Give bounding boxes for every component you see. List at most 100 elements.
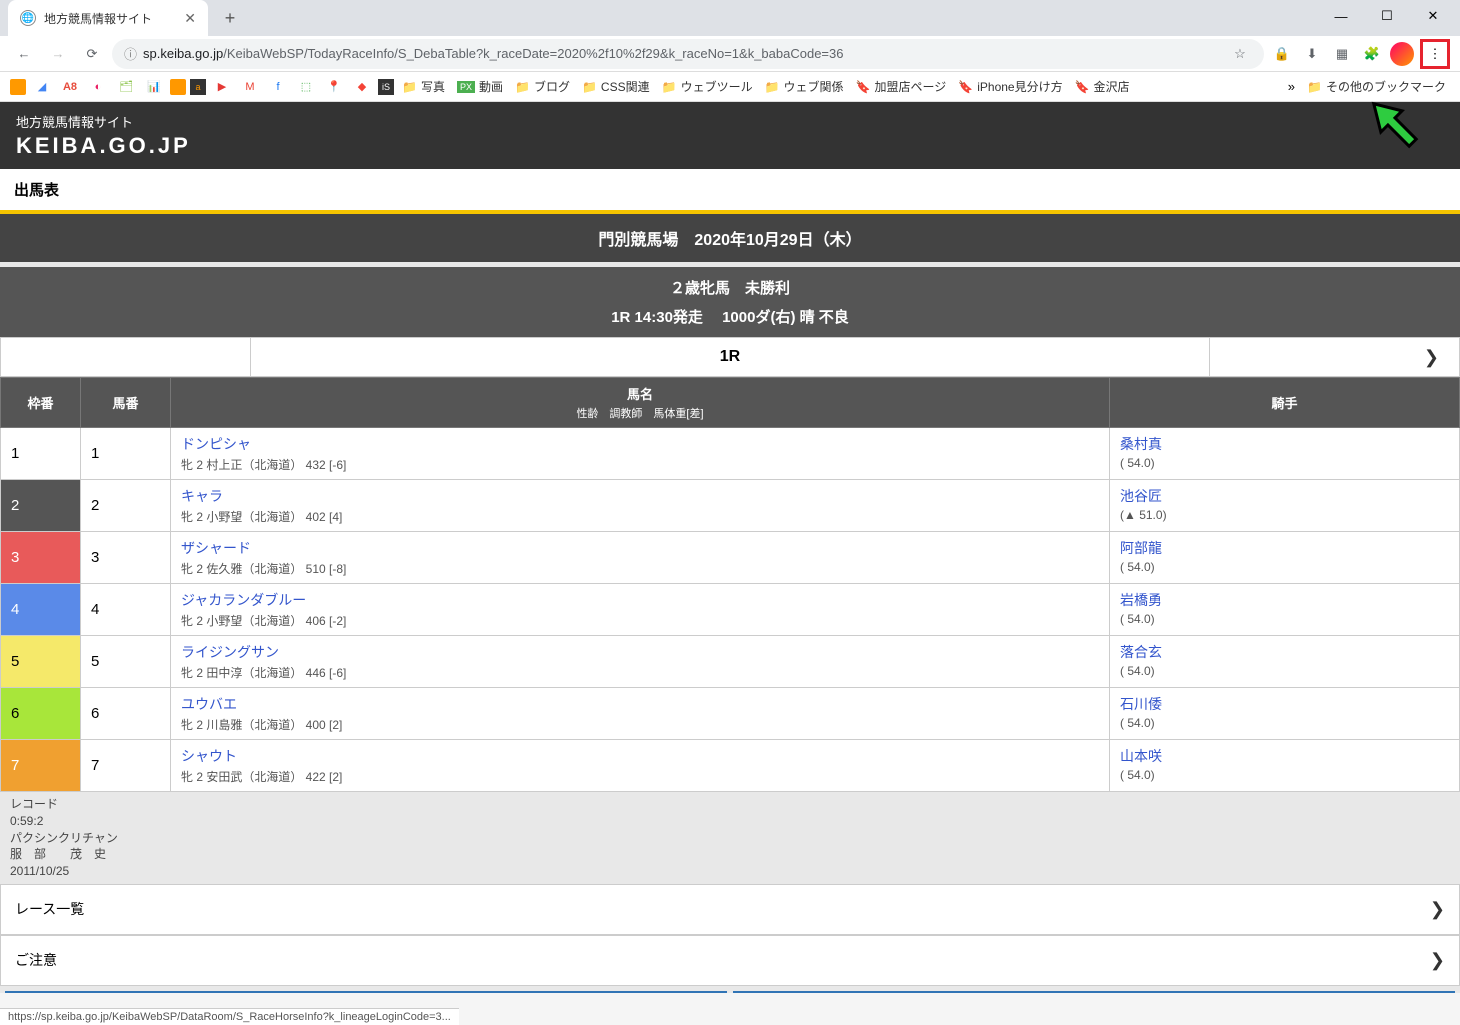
horse-link[interactable]: シャウト	[181, 748, 237, 764]
browser-tab[interactable]: 🌐 地方競馬情報サイト ✕	[8, 0, 208, 36]
url-input[interactable]: ⓘ sp.keiba.go.jp/KeibaWebSP/TodayRaceInf…	[112, 39, 1264, 69]
bookmark-icon[interactable]: a	[190, 79, 206, 95]
bookmark-overflow[interactable]: »	[1288, 79, 1295, 94]
jockey-cell: 石川倭 ( 54.0)	[1110, 688, 1460, 740]
bookmark-folder[interactable]: 📁ウェブツール	[658, 78, 757, 95]
jockey-link[interactable]: 池谷匠	[1120, 488, 1162, 504]
jockey-cell: 山本咲 ( 54.0)	[1110, 740, 1460, 792]
record-line: レコード	[10, 796, 1450, 813]
uma-cell: 7	[81, 740, 171, 792]
horse-link[interactable]: ユウバエ	[181, 696, 237, 712]
header-uma: 馬番	[81, 378, 171, 428]
bottom-buttons: 本日のレース情報 ＪＲＡネット投票サイト	[0, 986, 1460, 993]
bookmark-icon[interactable]: ◆	[350, 78, 374, 96]
bookmark-icon[interactable]: ◢	[30, 78, 54, 96]
minimize-button[interactable]: —	[1318, 0, 1364, 32]
race-nav-prev[interactable]	[1, 338, 251, 376]
horse-cell: ドンピシャ 牝 2 村上正（北海道） 432 [-6]	[171, 428, 1110, 480]
table-row: 7 7 シャウト 牝 2 安田武（北海道） 422 [2] 山本咲 ( 54.0…	[1, 740, 1460, 792]
jockey-link[interactable]: 落合玄	[1120, 644, 1162, 660]
chevron-right-icon: ❯	[1430, 950, 1445, 971]
star-icon[interactable]: ☆	[1228, 42, 1252, 66]
new-tab-button[interactable]: +	[216, 4, 244, 32]
bookmark-icon[interactable]: iS	[378, 79, 394, 95]
bookmark-folder[interactable]: 📁ブログ	[511, 78, 574, 95]
close-window-button[interactable]: ✕	[1410, 0, 1456, 32]
bookmark-item[interactable]: 🔖iPhone見分け方	[954, 78, 1066, 95]
bookmark-icon[interactable]: 📍	[322, 78, 346, 96]
back-button[interactable]: ←	[10, 40, 38, 68]
bookmark-icon[interactable]	[10, 79, 26, 95]
horse-link[interactable]: ライジングサン	[181, 644, 279, 660]
bookmark-item[interactable]: 🔖加盟店ページ	[852, 78, 951, 95]
other-bookmarks[interactable]: 📁その他のブックマーク	[1303, 78, 1450, 95]
uma-cell: 5	[81, 636, 171, 688]
extension-icon[interactable]: 🧩	[1360, 42, 1384, 66]
bookmark-icon[interactable]: ▶	[210, 78, 234, 96]
jockey-cell: 落合玄 ( 54.0)	[1110, 636, 1460, 688]
bookmark-icon[interactable]: A8	[58, 78, 82, 96]
download-icon[interactable]: ⬇	[1300, 42, 1324, 66]
jockey-link[interactable]: 石川倭	[1120, 696, 1162, 712]
browser-menu-button[interactable]: ⋮	[1420, 39, 1450, 69]
forward-button[interactable]: →	[44, 40, 72, 68]
close-icon[interactable]: ✕	[184, 10, 196, 27]
reload-button[interactable]: ⟳	[78, 40, 106, 68]
today-race-button[interactable]: 本日のレース情報	[5, 991, 727, 993]
race-navigation: 1R ❯	[0, 337, 1460, 377]
bookmark-icon[interactable]: f	[266, 78, 290, 96]
jockey-cell: 岩橋勇 ( 54.0)	[1110, 584, 1460, 636]
address-bar: ← → ⟳ ⓘ sp.keiba.go.jp/KeibaWebSP/TodayR…	[0, 36, 1460, 72]
bookmark-icon[interactable]: ⬚	[294, 78, 318, 96]
site-logo: KEIBA.GO.JP	[16, 133, 1444, 159]
waku-cell: 6	[1, 688, 81, 740]
bookmark-icon[interactable]	[170, 79, 186, 95]
header-waku: 枠番	[1, 378, 81, 428]
jockey-link[interactable]: 阿部龍	[1120, 540, 1162, 556]
waku-cell: 2	[1, 480, 81, 532]
race-list-accordion[interactable]: レース一覧 ❯	[0, 884, 1460, 935]
tab-title: 地方競馬情報サイト	[44, 10, 176, 27]
horse-detail: 牝 2 村上正（北海道） 432 [-6]	[181, 456, 1099, 473]
jockey-weight: ( 54.0)	[1120, 560, 1449, 574]
horse-link[interactable]: ジャカランダブルー	[181, 592, 306, 608]
horse-detail: 牝 2 小野望（北海道） 402 [4]	[181, 508, 1099, 525]
jockey-cell: 池谷匠 (▲ 51.0)	[1110, 480, 1460, 532]
bookmark-icon[interactable]: M	[238, 78, 262, 96]
waku-cell: 7	[1, 740, 81, 792]
horse-cell: シャウト 牝 2 安田武（北海道） 422 [2]	[171, 740, 1110, 792]
jockey-weight: ( 54.0)	[1120, 716, 1449, 730]
table-row: 4 4 ジャカランダブルー 牝 2 小野望（北海道） 406 [-2] 岩橋勇 …	[1, 584, 1460, 636]
horse-cell: ジャカランダブルー 牝 2 小野望（北海道） 406 [-2]	[171, 584, 1110, 636]
jockey-weight: (▲ 51.0)	[1120, 508, 1449, 522]
race-nav-next[interactable]: ❯	[1209, 338, 1459, 376]
lock-icon[interactable]: 🔒	[1270, 42, 1294, 66]
jockey-cell: 桑村真 ( 54.0)	[1110, 428, 1460, 480]
profile-avatar[interactable]	[1390, 42, 1414, 66]
table-row: 1 1 ドンピシャ 牝 2 村上正（北海道） 432 [-6] 桑村真 ( 54…	[1, 428, 1460, 480]
jockey-link[interactable]: 山本咲	[1120, 748, 1162, 764]
bookmark-item[interactable]: PX動画	[453, 78, 507, 95]
bookmark-item[interactable]: 🔖金沢店	[1071, 78, 1134, 95]
bookmark-folder[interactable]: 📁CSS関連	[578, 78, 654, 95]
globe-icon: 🌐	[20, 10, 36, 26]
record-line: パクシンクリチャン	[10, 830, 1450, 847]
jockey-link[interactable]: 岩橋勇	[1120, 592, 1162, 608]
status-bar: https://sp.keiba.go.jp/KeibaWebSP/DataRo…	[0, 1008, 459, 1025]
bookmark-icon[interactable]: 🗂	[114, 78, 138, 96]
bookmark-icon[interactable]: ◐	[86, 78, 110, 96]
bookmark-folder[interactable]: 📁ウェブ関係	[761, 78, 848, 95]
header-horse: 馬名性齢 調教師 馬体重[差]	[171, 378, 1110, 428]
jockey-link[interactable]: 桑村真	[1120, 436, 1162, 452]
horse-link[interactable]: キャラ	[181, 488, 223, 504]
jra-vote-button[interactable]: ＪＲＡネット投票サイト	[733, 991, 1455, 993]
jockey-weight: ( 54.0)	[1120, 456, 1449, 470]
bookmark-icon[interactable]: 📊	[142, 78, 166, 96]
waku-cell: 1	[1, 428, 81, 480]
notice-accordion[interactable]: ご注意 ❯	[0, 935, 1460, 986]
horse-link[interactable]: ドンピシャ	[181, 436, 251, 452]
bookmark-folder[interactable]: 📁写真	[398, 78, 449, 95]
plugin-icon[interactable]: ▦	[1330, 42, 1354, 66]
horse-link[interactable]: ザシャード	[181, 540, 251, 556]
maximize-button[interactable]: ☐	[1364, 0, 1410, 32]
